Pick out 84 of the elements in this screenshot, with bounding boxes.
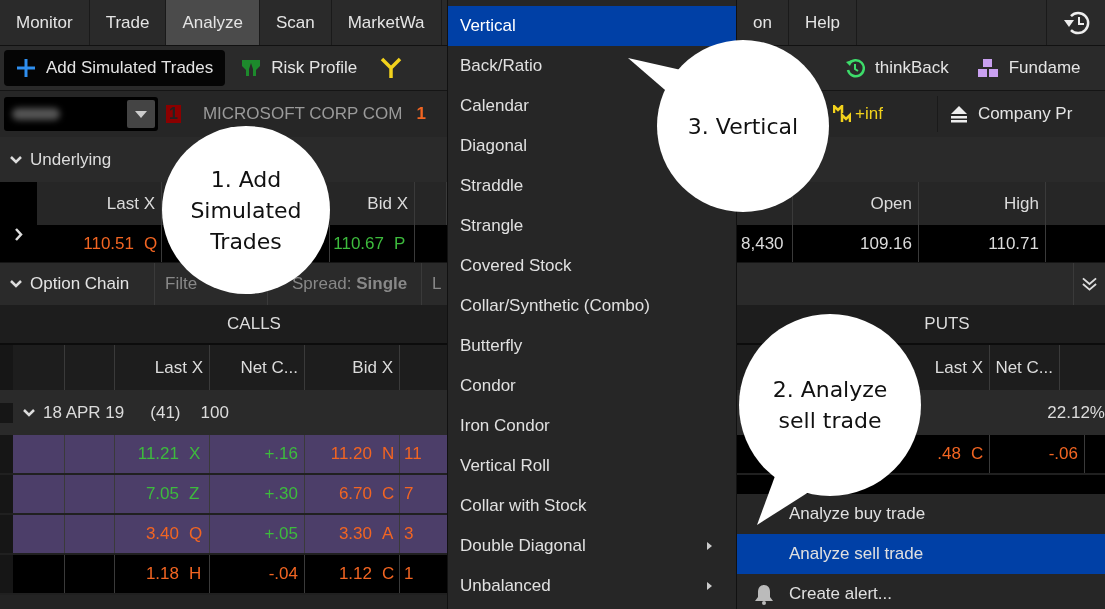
table-cell: 3.40 — [115, 515, 185, 553]
menu-item[interactable]: Analyze sell trade — [737, 534, 1105, 574]
table-cell — [65, 435, 115, 473]
blurred-symbol — [12, 108, 60, 120]
toolbar-button[interactable]: Add Simulated Trades — [4, 50, 226, 86]
table-cell — [65, 515, 115, 553]
chart-icon — [241, 58, 262, 78]
price-change: 1 — [416, 104, 426, 124]
toolbar-button[interactable]: Risk Profile — [229, 50, 370, 86]
blocks-icon — [976, 58, 999, 78]
menu-item[interactable]: Butterfly — [448, 326, 736, 366]
fork-icon[interactable] — [379, 57, 404, 79]
table-cell: +.16 — [210, 435, 305, 473]
plus-icon — [16, 58, 36, 78]
table-cell — [65, 475, 115, 513]
menu-item[interactable]: Collar with Stock — [448, 486, 736, 526]
chevron-down-icon[interactable] — [23, 408, 35, 417]
symbol-field[interactable] — [4, 97, 158, 131]
table-cell: X — [185, 435, 210, 473]
menu-item[interactable]: Double Diagonal — [448, 526, 736, 566]
puts-label: PUTS — [924, 314, 970, 334]
table-cell: +.30 — [210, 475, 305, 513]
table-cell: -.06 — [990, 435, 1085, 473]
expiration-header[interactable]: 18 APR 19 (41) 100 — [13, 402, 229, 423]
mm-icon — [833, 105, 851, 123]
calls-label: CALLS — [227, 314, 281, 334]
history-icon — [845, 58, 865, 78]
menu-item[interactable]: Unbalanced — [448, 566, 736, 606]
history-icon[interactable] — [1062, 9, 1090, 36]
table-cell-text: 110.51 — [82, 232, 135, 255]
table-cell: 11.20 — [305, 435, 378, 473]
table-cell: C — [967, 435, 990, 473]
menu-item[interactable]: Condor — [448, 366, 736, 406]
table-cell-text: 1 — [403, 563, 415, 585]
table-cell — [13, 515, 65, 553]
table-cell: +.05 — [210, 515, 305, 553]
table-cell: H — [185, 555, 210, 593]
table-cell: N — [378, 435, 400, 473]
table-cell-text: 1.12 — [337, 563, 373, 585]
table-cell: A — [378, 515, 400, 553]
menu-item[interactable]: Covered Stock — [448, 246, 736, 286]
toolbar-button[interactable]: Fundame — [964, 50, 1093, 86]
callout-text: 2. Analyze sell trade — [771, 376, 889, 435]
market-maker-value: +inf — [855, 104, 883, 124]
volatility-value: 22.12% — [1047, 402, 1105, 423]
table-cell: 3.30 — [305, 515, 378, 553]
company-name: MICROSOFT CORP COM — [202, 104, 403, 124]
table-cell: 6.70 — [305, 475, 378, 513]
table-cell: C — [378, 475, 400, 513]
table-cell: Q — [185, 515, 210, 553]
menu-item[interactable]: Vertical Roll — [448, 446, 736, 486]
toolbar-button[interactable]: thinkBack — [833, 50, 961, 86]
toolbar-label: L — [431, 273, 443, 295]
callout-text: 3. Vertical — [686, 112, 800, 141]
table-cell — [13, 435, 65, 473]
caret-icon — [135, 110, 147, 118]
chevron-down-icon[interactable] — [1082, 277, 1097, 291]
table-cell: C — [378, 555, 400, 593]
table-cell-text: .48 — [936, 443, 962, 465]
table-cell: 11.21 — [115, 435, 185, 473]
table-cell — [13, 475, 65, 513]
menu-item[interactable]: Collar/Synthetic (Combo) — [448, 286, 736, 326]
table-cell: 3 — [400, 515, 447, 553]
company-profile-button[interactable]: Company Pr — [936, 96, 1085, 132]
menu-item[interactable]: Strangle — [448, 206, 736, 246]
eject-icon — [949, 105, 968, 123]
menu-tab[interactable]: Analyze — [166, 0, 260, 45]
chevron-right-icon[interactable] — [14, 228, 23, 241]
menu-item[interactable]: Vertical — [448, 6, 736, 46]
chevron-down-icon[interactable] — [10, 280, 22, 288]
chevron-down-icon[interactable] — [10, 155, 22, 164]
table-cell: 11 — [400, 435, 447, 473]
menu-item[interactable]: Analyze buy trade — [737, 494, 1105, 534]
table-cell: 7.05 — [115, 475, 185, 513]
table-cell-text: 110.67 — [332, 232, 385, 255]
bell-icon — [754, 584, 774, 605]
table-cell-text: 1.18 — [144, 563, 180, 585]
table-cell: 7 — [400, 475, 447, 513]
table-cell: Z — [185, 475, 210, 513]
menu-item[interactable]: Create alert... — [737, 574, 1105, 609]
menu-item[interactable]: Iron Condor — [448, 406, 736, 446]
dropdown-button[interactable] — [127, 100, 155, 128]
table-cell: -.04 — [210, 555, 305, 593]
section-header[interactable]: Underlying — [0, 149, 112, 170]
